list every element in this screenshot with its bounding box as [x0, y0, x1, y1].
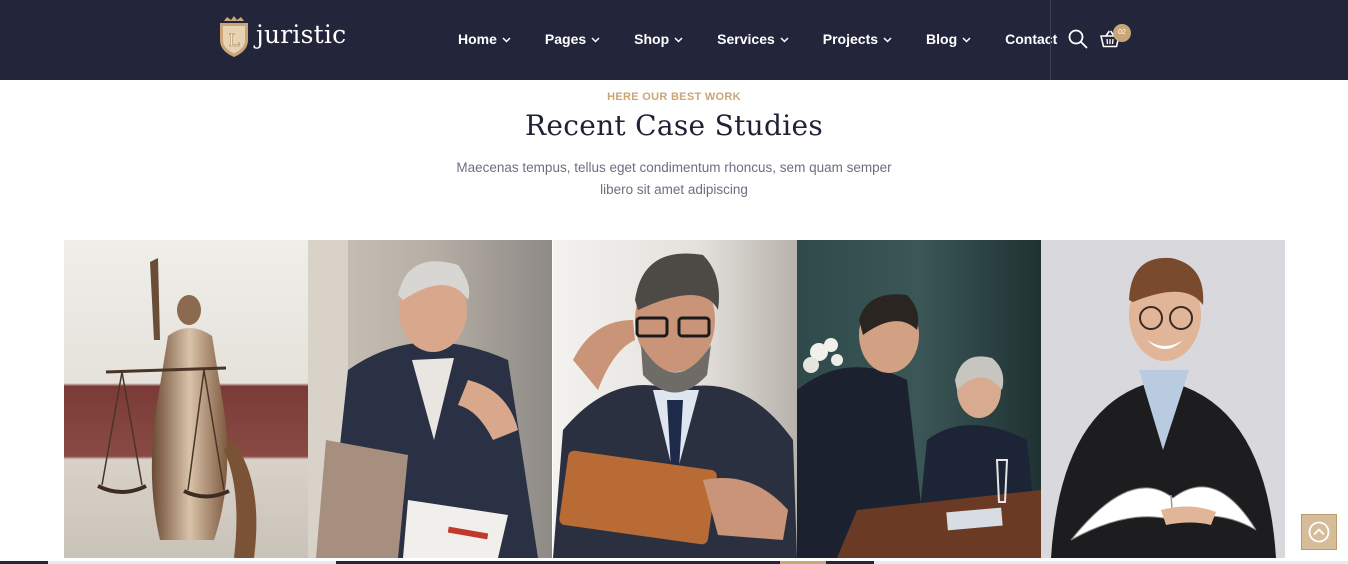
cart-count-badge: 02: [1113, 24, 1131, 42]
nav-item-blog[interactable]: Blog: [926, 31, 971, 47]
case-study-image-lady-justice[interactable]: [64, 240, 308, 558]
arrow-up-circle-icon: [1308, 521, 1330, 543]
nav-item-label: Shop: [634, 31, 670, 47]
nav-item-shop[interactable]: Shop: [634, 31, 683, 47]
nav-item-home[interactable]: Home: [458, 31, 511, 47]
shield-logo-icon: L: [220, 16, 248, 57]
nav-item-label: Blog: [926, 31, 958, 47]
nav-item-projects[interactable]: Projects: [823, 31, 892, 47]
chevron-down-icon: [674, 37, 683, 43]
nav-item-label: Services: [717, 31, 775, 47]
chevron-down-icon: [962, 37, 971, 43]
site-header: L juristic Home Pages Shop Services Projects…: [0, 0, 1348, 80]
case-studies-gallery: [64, 240, 1285, 558]
nav-item-label: Projects: [822, 31, 879, 47]
case-study-image-meeting[interactable]: [796, 240, 1041, 558]
logo-wordmark: juristic: [256, 19, 347, 49]
chevron-down-icon: [502, 37, 511, 43]
case-study-image-lawyer-tablet[interactable]: [552, 240, 797, 558]
header-divider: [1050, 0, 1051, 80]
section-title: Recent Case Studies: [524, 109, 824, 142]
site-logo[interactable]: L juristic: [218, 16, 346, 58]
nav-item-label: Pages: [544, 31, 587, 47]
chevron-down-icon: [780, 37, 789, 43]
search-icon[interactable]: [1068, 29, 1088, 49]
back-to-top-button[interactable]: [1301, 514, 1337, 550]
case-study-image-graduate[interactable]: [1041, 240, 1285, 558]
chevron-down-icon: [883, 37, 892, 43]
chevron-down-icon: [591, 37, 600, 43]
section-eyebrow: HERE OUR BEST WORK: [607, 91, 741, 103]
nav-item-label: Home: [458, 31, 497, 47]
case-study-image-lawyer-laptop[interactable]: [308, 240, 553, 558]
nav-item-pages[interactable]: Pages: [545, 31, 600, 47]
section-subtitle: Maecenas tempus, tellus eget condimentum…: [456, 160, 892, 197]
svg-text:L: L: [228, 31, 239, 51]
nav-item-services[interactable]: Services: [717, 31, 789, 47]
main-navigation: Home Pages Shop Services Projects Blog Contact: [458, 0, 1057, 80]
